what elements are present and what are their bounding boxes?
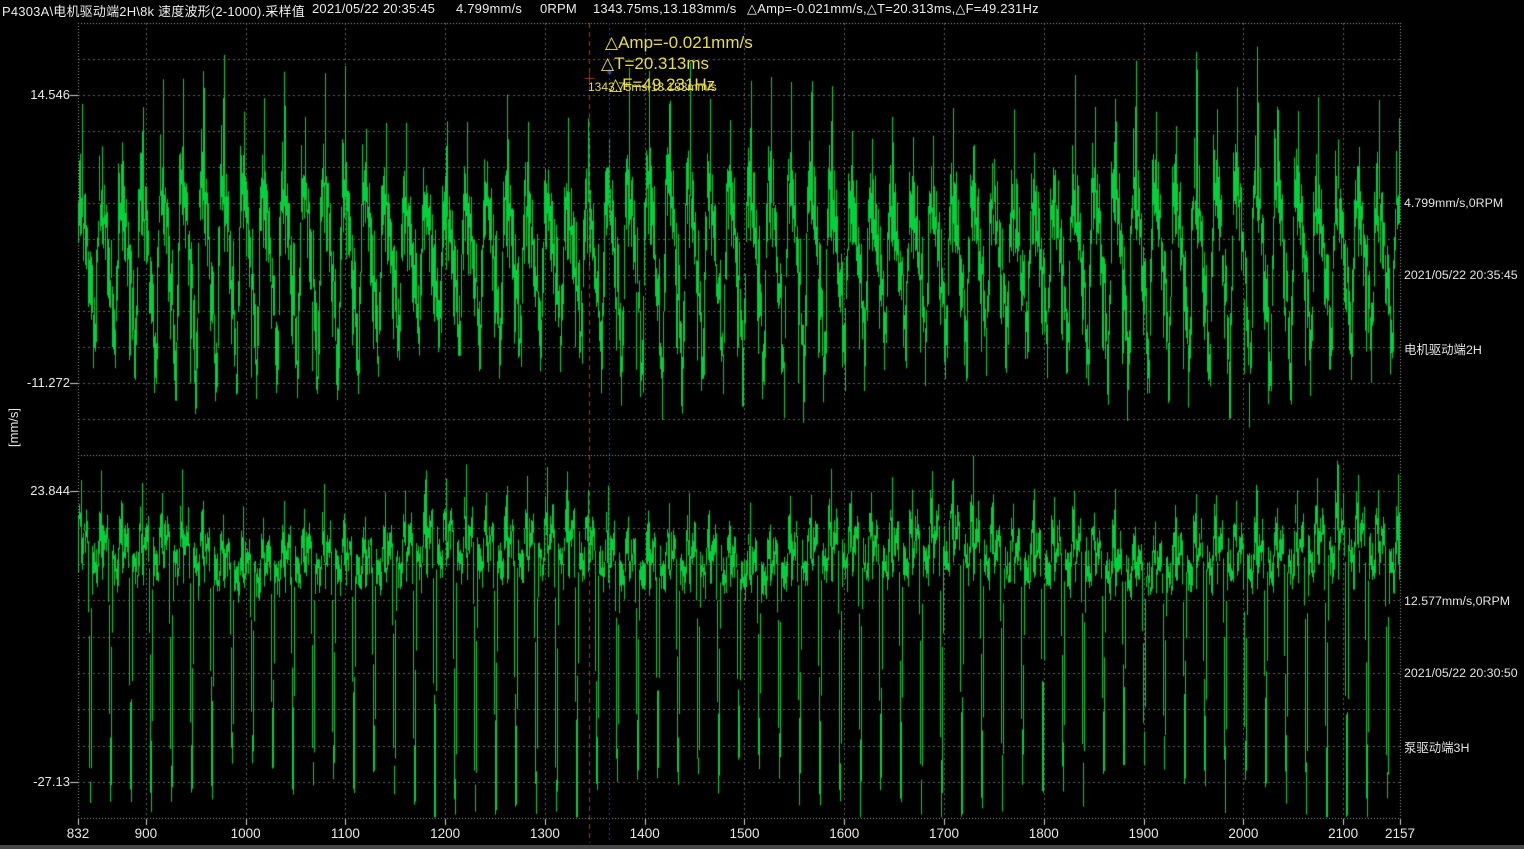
waveform-chart-canvas[interactable] (0, 0, 1524, 849)
x-tick-label: 2157 (1372, 826, 1428, 841)
delta-t-annotation: △T=20.313ms (601, 54, 709, 74)
y-tick-label: -11.272 (6, 375, 70, 390)
cursor-point-annotation: 1343.75ms,13.183mm/s (588, 80, 717, 94)
x-tick-label: 1200 (417, 826, 473, 841)
y-tick-label: -27.13 (6, 774, 70, 789)
x-tick-label: 1500 (716, 826, 772, 841)
channel-label: 2021/05/22 20:35:45 (1404, 268, 1524, 282)
x-tick-label: 1100 (317, 826, 373, 841)
x-tick-label: 1600 (816, 826, 872, 841)
delta-amp-annotation: △Amp=-0.021mm/s (605, 33, 753, 53)
x-tick-label: 1900 (1116, 826, 1172, 841)
x-tick-label: 1300 (517, 826, 573, 841)
channel-label: 泵驱动端3H (1404, 738, 1524, 756)
x-tick-label: 1400 (617, 826, 673, 841)
x-tick-label: 1700 (916, 826, 972, 841)
x-tick-label: 2100 (1315, 826, 1371, 841)
x-tick-label: 900 (118, 826, 174, 841)
x-tick-label: 1800 (1016, 826, 1072, 841)
channel-label: 12.577mm/s,0RPM (1404, 594, 1524, 608)
channel-label: 电机驱动端2H (1404, 340, 1524, 358)
y-tick-label: 23.844 (6, 483, 70, 498)
x-tick-label: 2000 (1215, 826, 1271, 841)
x-tick-label: 1000 (218, 826, 274, 841)
y-tick-label: 14.546 (6, 87, 70, 102)
vibration-waveform-viewer: P4303A\电机驱动端2H\8k 速度波形(2-1000).采样值 2021/… (0, 0, 1524, 849)
x-tick-label: 832 (50, 826, 106, 841)
channel-label: 4.799mm/s,0RPM (1404, 196, 1524, 210)
y-axis-unit-label: [mm/s] (6, 408, 21, 447)
window-bottom-edge (0, 845, 1524, 849)
channel-label: 2021/05/22 20:30:50 (1404, 666, 1524, 680)
